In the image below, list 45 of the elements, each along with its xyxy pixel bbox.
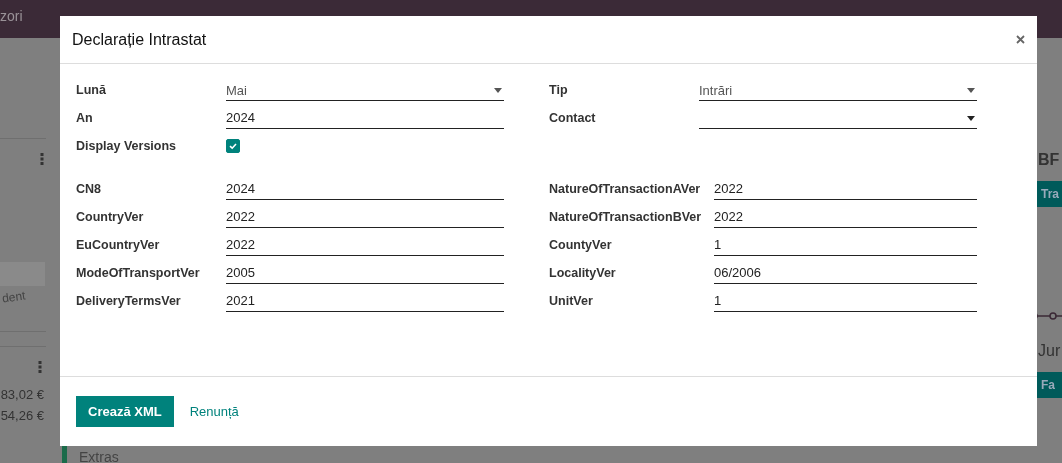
field-label: DeliveryTermsVer	[76, 293, 182, 308]
field-label: Display Versions	[76, 138, 178, 153]
caret-icon	[967, 88, 975, 93]
caret-icon	[494, 88, 502, 93]
input-field[interactable]: 2024	[226, 109, 504, 129]
input-field[interactable]: 2022	[226, 208, 504, 228]
input-field[interactable]: 2022	[714, 180, 977, 200]
field-label: Contact	[549, 110, 597, 125]
field-label: Tip	[549, 82, 569, 97]
field-label: NatureOfTransactionAVer	[549, 181, 702, 196]
label-text: dent	[1, 288, 27, 306]
input-field[interactable]: 2022	[714, 208, 977, 228]
checkbox[interactable]	[226, 138, 240, 153]
field-label: CountyVer	[549, 237, 613, 252]
select-field[interactable]: Mai	[226, 81, 504, 101]
field-label: NatureOfTransactionBVer	[549, 209, 703, 224]
input-field[interactable]: 2021	[226, 292, 504, 312]
input-field[interactable]: 2022	[226, 236, 504, 256]
menu-item[interactable]: zori	[0, 8, 23, 24]
field-label: CN8	[76, 181, 102, 196]
field-label: ModeOfTransportVer	[76, 265, 201, 280]
field-label: UnitVer	[549, 293, 594, 308]
card-title: BF	[1038, 151, 1061, 169]
field-label: CountryVer	[76, 209, 145, 224]
field-label: Lună	[76, 82, 107, 97]
kebab-icon[interactable]	[40, 153, 44, 165]
input-field[interactable]: 2024	[226, 180, 504, 200]
dialog-title: Declarație Intrastat	[72, 30, 207, 49]
field-label: EuCountryVer	[76, 237, 161, 252]
caret-icon	[967, 116, 975, 121]
amount-text: 83,02 €	[0, 387, 44, 402]
card-title: Jur	[1038, 342, 1062, 360]
input-field[interactable]: 1	[714, 292, 977, 312]
input-field[interactable]: 2005	[226, 264, 504, 284]
amount-text: 54,26 €	[0, 408, 44, 423]
journal-name: Extras	[79, 449, 119, 463]
input-field[interactable]: 1	[714, 236, 977, 256]
select-field[interactable]: Intrări	[699, 81, 977, 101]
kebab-icon[interactable]	[38, 361, 42, 373]
create-xml-button[interactable]: Crează XML	[76, 396, 174, 427]
input-field[interactable]: 06/2006	[714, 264, 977, 284]
close-icon[interactable]	[1016, 35, 1025, 44]
cancel-button[interactable]: Renunță	[181, 398, 247, 425]
field-label: LocalityVer	[549, 265, 617, 280]
field-label: An	[76, 110, 94, 125]
